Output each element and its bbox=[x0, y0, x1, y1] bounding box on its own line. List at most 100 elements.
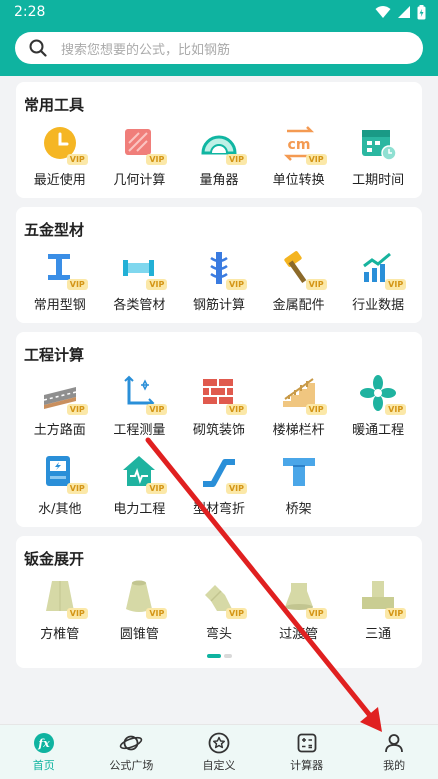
vip-badge: VIP bbox=[146, 154, 168, 165]
bottom-nav: fx 首页 公式广场 自定义 计算器 我的 bbox=[0, 724, 438, 779]
tool-label: 最近使用 bbox=[33, 173, 86, 188]
tool-label: 金属配件 bbox=[272, 298, 325, 313]
nav-home[interactable]: fx 首页 bbox=[0, 725, 88, 779]
tool-water-other[interactable]: VIP 水/其他 bbox=[20, 452, 100, 517]
nav-custom[interactable]: 自定义 bbox=[175, 725, 263, 779]
nav-formula-square[interactable]: 公式广场 bbox=[88, 725, 176, 779]
tool-label: 钢筋计算 bbox=[192, 298, 245, 313]
tool-unit-convert[interactable]: cm VIP 单位转换 bbox=[259, 123, 339, 188]
vip-badge: VIP bbox=[66, 279, 88, 290]
tool-stairs[interactable]: VIP 楼梯栏杆 bbox=[259, 373, 339, 438]
tool-protractor[interactable]: VIP 量角器 bbox=[179, 123, 259, 188]
calculator-icon bbox=[297, 733, 316, 752]
vip-badge: VIP bbox=[225, 279, 247, 290]
wifi-icon bbox=[375, 6, 391, 18]
vip-badge: VIP bbox=[225, 608, 247, 619]
vip-badge: VIP bbox=[385, 404, 407, 415]
tool-geometry[interactable]: VIP 几何计算 bbox=[100, 123, 180, 188]
tool-label: 暖通工程 bbox=[352, 423, 405, 438]
tool-tee[interactable]: VIP 三通 bbox=[338, 577, 418, 642]
tool-label: 方椎管 bbox=[40, 627, 80, 642]
page-indicator bbox=[20, 654, 418, 658]
tool-elbow[interactable]: VIP 弯头 bbox=[179, 577, 259, 642]
tool-label: 行业数据 bbox=[352, 298, 405, 313]
section-hardware: 五金型材 VIP 常用型钢 VIP 各类管材 VIP 钢筋计算 VIP 金属配件… bbox=[16, 207, 422, 323]
status-time: 2:28 bbox=[14, 4, 46, 20]
page-dot-active[interactable] bbox=[206, 654, 221, 658]
search-icon bbox=[29, 39, 47, 57]
tool-metal-parts[interactable]: VIP 金属配件 bbox=[259, 248, 339, 313]
vip-badge: VIP bbox=[66, 608, 88, 619]
section-title: 钣金展开 bbox=[24, 550, 85, 568]
page-dot[interactable] bbox=[223, 654, 232, 658]
nav-profile[interactable]: 我的 bbox=[350, 725, 438, 779]
tool-square-cone[interactable]: VIP 方椎管 bbox=[20, 577, 100, 642]
signal-icon bbox=[398, 6, 410, 18]
tool-label: 电力工程 bbox=[113, 502, 166, 517]
status-icons bbox=[375, 4, 426, 20]
tool-rebar[interactable]: VIP 钢筋计算 bbox=[179, 248, 259, 313]
tool-cable-tray[interactable]: 桥架 bbox=[259, 452, 339, 517]
tool-survey[interactable]: VIP 工程测量 bbox=[100, 373, 180, 438]
fx-home-icon: fx bbox=[33, 732, 54, 753]
tool-road[interactable]: VIP 土方路面 bbox=[20, 373, 100, 438]
nav-label: 自定义 bbox=[202, 758, 236, 772]
nav-calculator[interactable]: 计算器 bbox=[263, 725, 351, 779]
status-bar: 2:28 bbox=[0, 0, 438, 24]
vip-badge: VIP bbox=[225, 154, 247, 165]
section-common-tools: 常用工具 VIP 最近使用 VIP 几何计算 VIP 量角器 cm VIP 单位转… bbox=[16, 82, 422, 198]
tool-pipe[interactable]: VIP 各类管材 bbox=[100, 248, 180, 313]
nav-label: 首页 bbox=[32, 758, 55, 772]
tool-label: 几何计算 bbox=[113, 173, 166, 188]
tool-bend[interactable]: VIP 型材弯折 bbox=[179, 452, 259, 517]
section-sheet-metal: 钣金展开 VIP 方椎管 VIP 圆锥管 VIP 弯头 VIP 过渡管 VIP … bbox=[16, 536, 422, 668]
tool-label: 单位转换 bbox=[272, 173, 325, 188]
tool-label: 土方路面 bbox=[33, 423, 86, 438]
tool-label: 砌筑装饰 bbox=[192, 423, 245, 438]
tool-industry-data[interactable]: VIP 行业数据 bbox=[338, 248, 418, 313]
tool-label: 型材弯折 bbox=[192, 502, 245, 517]
svg-text:cm: cm bbox=[287, 137, 310, 153]
tool-power[interactable]: VIP 电力工程 bbox=[100, 452, 180, 517]
tool-schedule[interactable]: 工期时间 bbox=[338, 123, 418, 188]
star-circle-icon bbox=[208, 732, 230, 753]
tool-label: 圆锥管 bbox=[119, 627, 159, 642]
nav-label: 公式广场 bbox=[109, 758, 154, 772]
vip-badge: VIP bbox=[146, 608, 168, 619]
section-title: 常用工具 bbox=[24, 96, 85, 114]
vip-badge: VIP bbox=[225, 404, 247, 415]
vip-badge: VIP bbox=[146, 279, 168, 290]
main-content: 常用工具 VIP 最近使用 VIP 几何计算 VIP 量角器 cm VIP 单位转… bbox=[0, 76, 438, 668]
tool-round-cone[interactable]: VIP 圆锥管 bbox=[100, 577, 180, 642]
section-title: 五金型材 bbox=[24, 221, 85, 239]
tool-label: 过渡管 bbox=[279, 627, 319, 642]
tray-icon bbox=[282, 458, 315, 486]
section-title: 工程计算 bbox=[24, 346, 85, 364]
tool-ibeam[interactable]: VIP 常用型钢 bbox=[20, 248, 100, 313]
vip-badge: VIP bbox=[305, 608, 327, 619]
vip-badge: VIP bbox=[305, 404, 327, 415]
tool-label: 三通 bbox=[365, 627, 392, 642]
tool-label: 楼梯栏杆 bbox=[272, 423, 325, 438]
tool-label: 弯头 bbox=[205, 627, 232, 642]
tool-transition[interactable]: VIP 过渡管 bbox=[259, 577, 339, 642]
calendar-icon bbox=[362, 130, 397, 161]
search-placeholder: 搜索您想要的公式，比如钢筋 bbox=[61, 42, 231, 58]
search-input[interactable]: 搜索您想要的公式，比如钢筋 bbox=[15, 32, 423, 64]
vip-badge: VIP bbox=[146, 404, 168, 415]
vip-badge: VIP bbox=[305, 279, 327, 290]
user-icon bbox=[385, 733, 404, 752]
tool-label: 工期时间 bbox=[352, 173, 405, 188]
nav-label: 我的 bbox=[383, 758, 406, 772]
section-engineering: 工程计算 VIP 土方路面 VIP 工程测量 VIP 砌筑装饰 VIP 楼梯栏杆… bbox=[16, 332, 422, 527]
tool-hvac[interactable]: VIP 暖通工程 bbox=[338, 373, 418, 438]
tool-masonry[interactable]: VIP 砌筑装饰 bbox=[179, 373, 259, 438]
tool-label: 各类管材 bbox=[113, 298, 166, 313]
battery-icon bbox=[417, 4, 426, 19]
tool-label: 常用型钢 bbox=[33, 298, 86, 313]
tool-label: 工程测量 bbox=[113, 423, 166, 438]
tool-recent[interactable]: VIP 最近使用 bbox=[20, 123, 100, 188]
tool-label: 桥架 bbox=[285, 502, 312, 517]
vip-badge: VIP bbox=[385, 608, 407, 619]
tool-label: 水/其他 bbox=[38, 502, 82, 517]
